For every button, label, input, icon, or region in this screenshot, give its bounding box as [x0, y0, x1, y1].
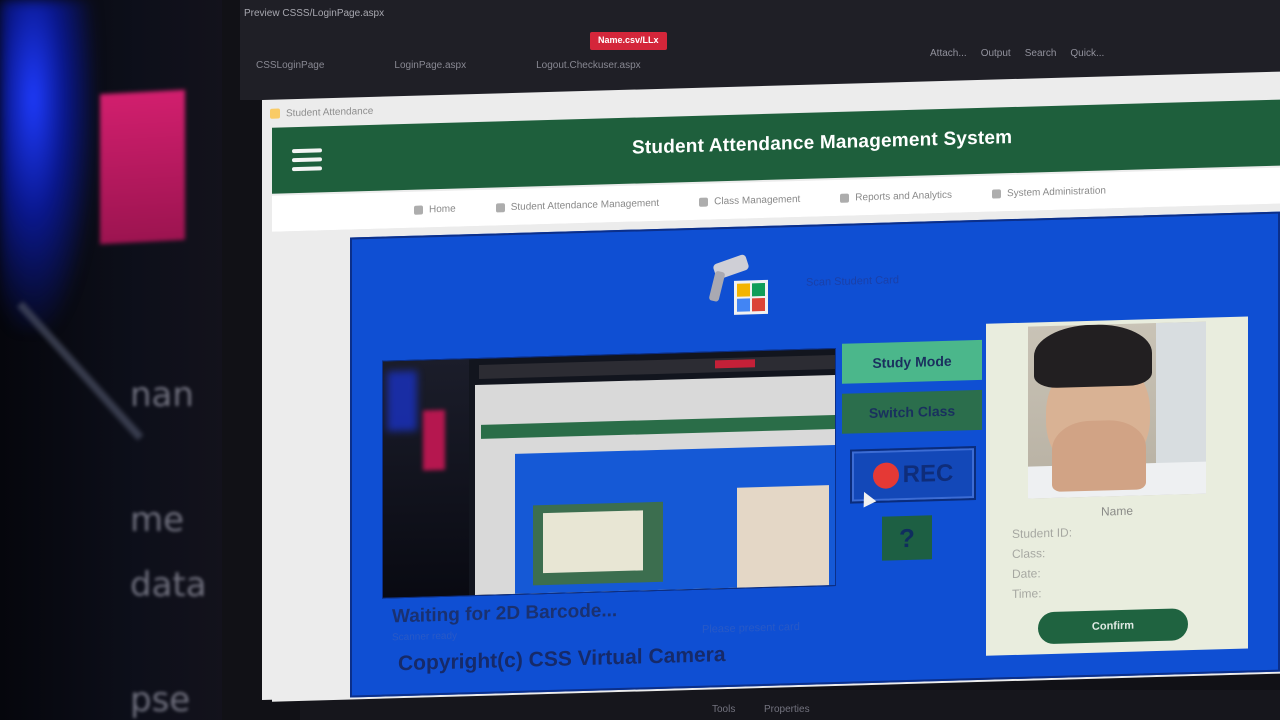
- student-date: Date:: [1012, 566, 1041, 582]
- status-subtext: Scanner ready: [392, 630, 458, 644]
- nav-label: Student Attendance Management: [510, 197, 660, 213]
- student-time: Time:: [1012, 586, 1042, 602]
- qr-code-icon: [734, 279, 768, 315]
- favicon-icon: [270, 108, 280, 119]
- ide-subtab[interactable]: Logout.Checkuser.aspx: [536, 60, 641, 71]
- browser-window: Student Attendance Student Attendance Ma…: [262, 71, 1280, 702]
- ide-subtab[interactable]: CSSLoginPage: [256, 60, 324, 71]
- study-mode-button[interactable]: Study Mode: [842, 339, 982, 384]
- nav-item-attendance[interactable]: Student Attendance Management: [495, 197, 660, 213]
- camera-preview: [382, 347, 836, 599]
- copyright-text: Copyright(c) CSS Virtual Camera: [398, 643, 726, 676]
- student-card: Name Student ID: Class: Date: Time: Conf…: [986, 316, 1248, 656]
- ide-tab[interactable]: [260, 32, 406, 50]
- nav-item-admin[interactable]: System Administration: [992, 185, 1106, 199]
- background-lettering: me: [130, 500, 185, 540]
- ide-tab-active[interactable]: Name.csv/LLx: [590, 32, 667, 50]
- ide-toolbar-item[interactable]: Output: [981, 48, 1011, 59]
- scanner-caption: Scan Student Card: [806, 274, 899, 289]
- record-label: REC: [902, 459, 954, 489]
- nav-item-home[interactable]: Home: [414, 203, 456, 215]
- nav-label: Class Management: [714, 193, 801, 207]
- browser-tab[interactable]: Student Attendance: [270, 99, 373, 126]
- ide-subtab[interactable]: LoginPage.aspx: [394, 60, 466, 71]
- ide-toolbar-item[interactable]: Attach...: [930, 48, 967, 59]
- ide-toolbar: Attach... Output Search Quick...: [930, 48, 1104, 59]
- student-name: Name: [1100, 503, 1133, 519]
- status-text: Waiting for 2D Barcode...: [392, 600, 618, 628]
- blue-light: [0, 0, 95, 330]
- record-dot-icon: [872, 462, 899, 489]
- ide-title: Preview CSSS/LoginPage.aspx: [244, 8, 385, 19]
- ide-bottom-tab[interactable]: Properties: [764, 704, 810, 715]
- class-icon: [699, 197, 709, 207]
- nav-item-reports[interactable]: Reports and Analytics: [840, 189, 952, 203]
- help-button[interactable]: ?: [882, 515, 932, 561]
- background-lettering: pse: [130, 680, 191, 720]
- confirm-button[interactable]: Confirm: [1038, 608, 1188, 645]
- barcode-scanner-icon: [704, 250, 774, 318]
- home-icon: [414, 205, 423, 215]
- ide-tab-strip: Name.csv/LLx: [260, 32, 667, 50]
- nav-label: Reports and Analytics: [855, 189, 953, 203]
- student-id: Student ID:: [1012, 525, 1073, 542]
- ide-tab[interactable]: [420, 32, 576, 50]
- background-lettering: nan: [130, 375, 194, 415]
- switch-class-button[interactable]: Switch Class: [842, 389, 982, 434]
- ide-bottom-tab[interactable]: Tools: [712, 704, 735, 715]
- attendance-icon: [495, 202, 505, 212]
- student-photo: [1028, 321, 1206, 499]
- ide-subtabs: CSSLoginPage LoginPage.aspx Logout.Check…: [256, 60, 641, 71]
- hamburger-icon[interactable]: [292, 148, 322, 172]
- nav-label: Home: [429, 203, 456, 215]
- nav-item-class[interactable]: Class Management: [699, 193, 800, 207]
- nav-label: System Administration: [1007, 184, 1106, 199]
- admin-icon: [992, 188, 1002, 199]
- browser-tab-title: Student Attendance: [286, 105, 374, 119]
- ide-toolbar-item[interactable]: Search: [1025, 48, 1057, 59]
- reports-icon: [840, 193, 850, 203]
- pink-light-panel: [100, 89, 185, 245]
- background-lettering: data: [130, 565, 207, 605]
- status-subtext: Please present card: [702, 620, 800, 636]
- page-content: Scan Student Card Study Mode Switch Clas…: [272, 203, 1280, 702]
- scanner-panel: Scan Student Card Study Mode Switch Clas…: [350, 211, 1280, 698]
- app-title: Student Attendance Management System: [632, 127, 1013, 159]
- ide-toolbar-item[interactable]: Quick...: [1070, 48, 1104, 59]
- student-class: Class:: [1012, 546, 1046, 562]
